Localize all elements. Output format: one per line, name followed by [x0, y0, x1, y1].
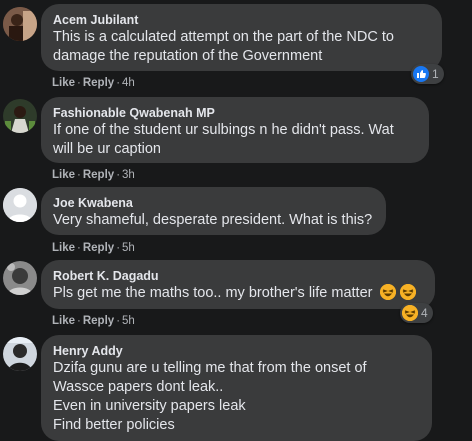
- separator: ·: [77, 77, 81, 89]
- comment-text-line: If one of the student ur sulbings n he d…: [53, 122, 394, 138]
- reply-link[interactable]: Reply: [83, 169, 114, 181]
- like-icon: [413, 66, 429, 82]
- comment: Acem Jubilant This is a calculated attem…: [0, 0, 472, 95]
- comment-author[interactable]: Acem Jubilant: [53, 12, 430, 28]
- timestamp[interactable]: 4h: [122, 77, 135, 89]
- comment: Robert K. Dagadu Pls get me the maths to…: [0, 257, 472, 332]
- comment-actions: Like · Reply · 5h: [52, 241, 135, 255]
- like-link[interactable]: Like: [52, 315, 75, 327]
- avatar[interactable]: [3, 337, 37, 371]
- comment-text-line: Pls get me the maths too.. my brother's …: [53, 284, 423, 303]
- laughing-emoji-icon: [379, 284, 396, 300]
- comment: Fashionable Qwabenah MP If one of the st…: [0, 95, 472, 187]
- separator: ·: [116, 242, 121, 254]
- reaction-count: 4: [421, 306, 428, 320]
- separator: ·: [116, 169, 121, 181]
- reaction-count: 1: [432, 67, 439, 81]
- comment-text-line: This is a calculated attempt on the part…: [53, 29, 394, 45]
- comment-bubble: Joe Kwabena Very shameful, desperate pre…: [41, 187, 386, 235]
- reply-link[interactable]: Reply: [83, 77, 114, 89]
- separator: ·: [116, 315, 121, 327]
- comment-author[interactable]: Joe Kwabena: [53, 195, 374, 211]
- like-link[interactable]: Like: [52, 169, 75, 181]
- like-link[interactable]: Like: [52, 77, 75, 89]
- comment-text-line: Find better policies: [53, 417, 175, 433]
- comment-bubble: Fashionable Qwabenah MP If one of the st…: [41, 97, 429, 163]
- haha-icon: [402, 305, 418, 321]
- separator: ·: [77, 242, 81, 254]
- comment-text-line: Even in university papers leak: [53, 398, 246, 414]
- timestamp[interactable]: 5h: [122, 315, 135, 327]
- reaction-badge[interactable]: 1: [411, 64, 444, 84]
- comment-text-line: Wassce papers dont leak..: [53, 379, 224, 395]
- comment-author[interactable]: Robert K. Dagadu: [53, 268, 423, 284]
- reaction-badge[interactable]: 4: [400, 303, 433, 323]
- comment-actions: Like · Reply · 5h: [52, 314, 135, 328]
- avatar[interactable]: [3, 99, 37, 133]
- comment-bubble: Robert K. Dagadu Pls get me the maths to…: [41, 260, 435, 309]
- comment-text-line: damage the reputation of the Government: [53, 48, 323, 64]
- comment-author[interactable]: Henry Addy: [53, 343, 420, 359]
- avatar[interactable]: [3, 261, 37, 295]
- comment-bubble: Acem Jubilant This is a calculated attem…: [41, 4, 442, 71]
- comment: Henry Addy Dzifa gunu are u telling me t…: [0, 332, 472, 441]
- timestamp[interactable]: 5h: [122, 242, 135, 254]
- like-link[interactable]: Like: [52, 242, 75, 254]
- comment-text-line: Dzifa gunu are u telling me that from th…: [53, 360, 367, 376]
- reply-link[interactable]: Reply: [83, 315, 114, 327]
- comment-text-line: Very shameful, desperate president. What…: [53, 212, 373, 228]
- comment-actions: Like · Reply · 4h: [52, 76, 135, 90]
- comment-text: Pls get me the maths too.. my brother's …: [53, 285, 373, 301]
- comment: Joe Kwabena Very shameful, desperate pre…: [0, 187, 472, 257]
- timestamp[interactable]: 3h: [122, 169, 135, 181]
- avatar[interactable]: [3, 7, 37, 41]
- reply-link[interactable]: Reply: [83, 242, 114, 254]
- comment-text-line: will be ur caption: [53, 141, 161, 157]
- separator: ·: [116, 77, 121, 89]
- comment-author[interactable]: Fashionable Qwabenah MP: [53, 105, 417, 121]
- comment-bubble: Henry Addy Dzifa gunu are u telling me t…: [41, 335, 432, 441]
- separator: ·: [77, 169, 81, 181]
- comment-actions: Like · Reply · 3h: [52, 168, 135, 182]
- separator: ·: [77, 315, 81, 327]
- laughing-emoji-icon: [399, 284, 416, 300]
- avatar[interactable]: [3, 188, 37, 222]
